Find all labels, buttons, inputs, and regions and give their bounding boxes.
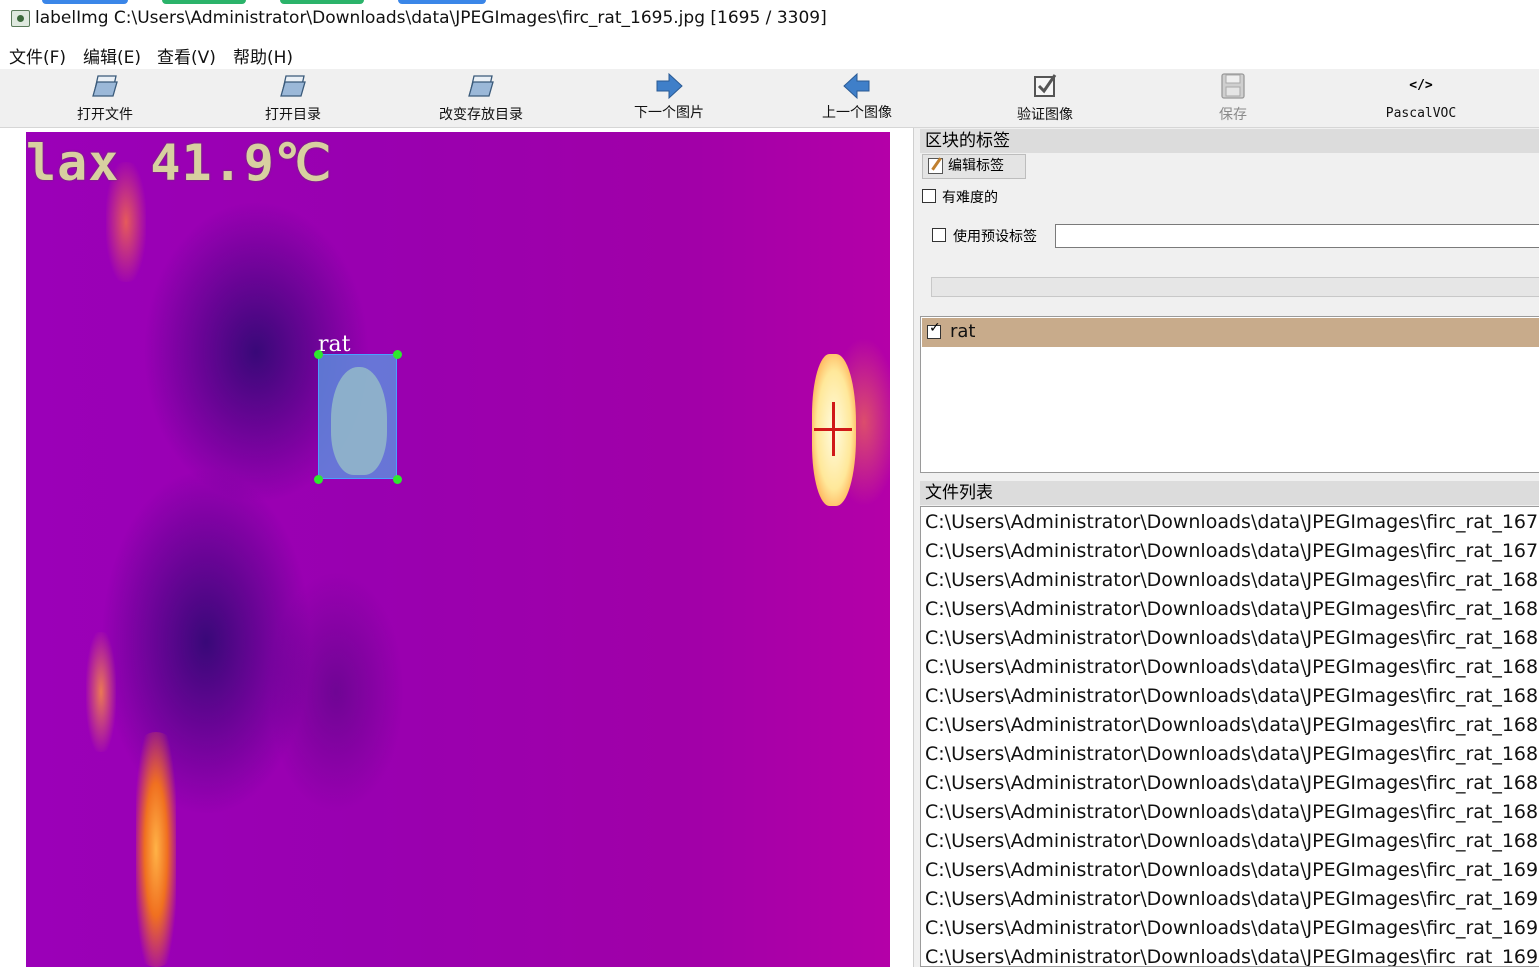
change-save-dir-label: 改变存放目录 — [439, 107, 523, 123]
arrow-right-icon — [656, 72, 683, 100]
bbox-handle-bottom-right[interactable] — [393, 475, 402, 484]
file-list-item[interactable]: C:\Users\Administrator\Downloads\data\JP… — [925, 798, 1538, 827]
edit-pencil-icon — [928, 158, 943, 174]
folder-open-icon — [280, 75, 306, 97]
menu-edit[interactable]: 编辑(E) — [83, 43, 141, 68]
open-dir-label: 打开目录 — [265, 107, 321, 123]
default-label-input[interactable] — [1055, 224, 1539, 248]
verify-image-label: 验证图像 — [1017, 107, 1073, 123]
file-list-item[interactable]: C:\Users\Administrator\Downloads\data\JP… — [925, 769, 1538, 798]
annotation-bounding-box[interactable] — [318, 354, 397, 479]
folder-open-icon — [92, 75, 118, 97]
app-icon — [11, 10, 30, 27]
file-list-item[interactable]: C:\Users\Administrator\Downloads\data\JP… — [925, 914, 1538, 943]
window-title-bar: labelImg C:\Users\Administrator\Download… — [0, 0, 1539, 38]
open-dir-button[interactable]: 打开目录 — [218, 69, 368, 127]
difficult-label: 有难度的 — [942, 190, 998, 206]
file-list-item[interactable]: C:\Users\Administrator\Downloads\data\JP… — [925, 711, 1538, 740]
format-label: PascalVOC — [1385, 106, 1457, 121]
verify-image-button[interactable]: 验证图像 — [970, 69, 1120, 127]
prev-image-button[interactable]: 上一个图像 — [782, 69, 932, 127]
box-labels-title: 区块的标签 — [920, 129, 1539, 153]
floppy-disk-icon — [1221, 73, 1245, 99]
save-label: 保存 — [1219, 107, 1247, 123]
use-default-label-checkbox[interactable] — [932, 228, 946, 242]
bbox-handle-top-left[interactable] — [314, 350, 323, 359]
file-list-item[interactable]: C:\Users\Administrator\Downloads\data\JP… — [925, 943, 1538, 966]
bbox-handle-top-right[interactable] — [393, 350, 402, 359]
file-list-item[interactable]: C:\Users\Administrator\Downloads\data\JP… — [925, 885, 1538, 914]
file-list-item[interactable]: C:\Users\Administrator\Downloads\data\JP… — [925, 537, 1538, 566]
file-list-item[interactable]: C:\Users\Administrator\Downloads\data\JP… — [925, 682, 1538, 711]
file-list-item[interactable]: C:\Users\Administrator\Downloads\data\JP… — [925, 740, 1538, 769]
change-save-dir-button[interactable]: 改变存放目录 — [406, 69, 556, 127]
menu-help[interactable]: 帮助(H) — [233, 43, 293, 68]
progress-bar — [931, 277, 1539, 297]
title-bar-decoration — [280, 0, 364, 4]
crosshair-marker — [814, 428, 852, 431]
menu-file[interactable]: 文件(F) — [9, 43, 66, 68]
thermal-image[interactable]: lax 41.9℃ rat — [26, 132, 890, 967]
title-bar-decoration — [42, 0, 128, 4]
file-list-item[interactable]: C:\Users\Administrator\Downloads\data\JP… — [925, 566, 1538, 595]
hot-region — [86, 632, 116, 752]
checkbox-check-icon — [1034, 74, 1057, 97]
window-title: labelImg C:\Users\Administrator\Download… — [35, 8, 827, 28]
bbox-handle-bottom-left[interactable] — [314, 475, 323, 484]
title-bar-decoration — [398, 0, 486, 4]
temperature-overlay-text: lax 41.9℃ — [26, 134, 332, 192]
hot-region — [136, 732, 176, 967]
file-list-item[interactable]: C:\Users\Administrator\Downloads\data\JP… — [925, 653, 1538, 682]
canvas-area[interactable]: lax 41.9℃ rat — [0, 128, 914, 967]
code-icon: </> — [1409, 78, 1433, 93]
rat-shape — [331, 367, 387, 475]
use-default-label-text: 使用预设标签 — [953, 229, 1037, 245]
next-image-button[interactable]: 下一个图片 — [594, 69, 744, 127]
save-button[interactable]: 保存 — [1158, 69, 1308, 127]
label-list-item-text: rat — [950, 321, 976, 342]
open-file-label: 打开文件 — [77, 107, 133, 123]
menu-bar: 文件(F) 编辑(E) 查看(V) 帮助(H) — [0, 38, 1539, 69]
menu-view[interactable]: 查看(V) — [157, 43, 216, 68]
file-list[interactable]: C:\Users\Administrator\Downloads\data\JP… — [920, 506, 1539, 967]
file-list-item[interactable]: C:\Users\Administrator\Downloads\data\JP… — [925, 624, 1538, 653]
toolbar: 打开文件 打开目录 改变存放目录 下一个图片 上一个图像 验证图像 保存 </>… — [0, 69, 1539, 128]
edit-label-button[interactable]: 编辑标签 — [922, 154, 1026, 179]
prev-image-label: 上一个图像 — [822, 105, 892, 121]
edit-label-text: 编辑标签 — [948, 158, 1004, 174]
right-dock: 区块的标签 编辑标签 有难度的 使用预设标签 ✓ rat 文件列表 C:\Use… — [915, 128, 1539, 967]
label-list[interactable]: ✓ rat — [920, 316, 1539, 473]
difficult-checkbox[interactable] — [922, 189, 936, 203]
file-list-title: 文件列表 — [920, 481, 1539, 505]
checkmark-icon: ✓ — [929, 320, 941, 336]
next-image-label: 下一个图片 — [634, 105, 704, 121]
file-list-item[interactable]: C:\Users\Administrator\Downloads\data\JP… — [925, 595, 1538, 624]
file-list-item[interactable]: C:\Users\Administrator\Downloads\data\JP… — [925, 508, 1538, 537]
label-list-item[interactable]: ✓ rat — [922, 318, 1539, 347]
arrow-left-icon — [843, 72, 870, 100]
title-bar-decoration — [162, 0, 246, 4]
file-list-item[interactable]: C:\Users\Administrator\Downloads\data\JP… — [925, 827, 1538, 856]
open-file-button[interactable]: 打开文件 — [30, 69, 180, 127]
folder-open-icon — [468, 75, 494, 97]
file-list-item[interactable]: C:\Users\Administrator\Downloads\data\JP… — [925, 856, 1538, 885]
format-toggle-button[interactable]: </> PascalVOC — [1346, 69, 1496, 127]
